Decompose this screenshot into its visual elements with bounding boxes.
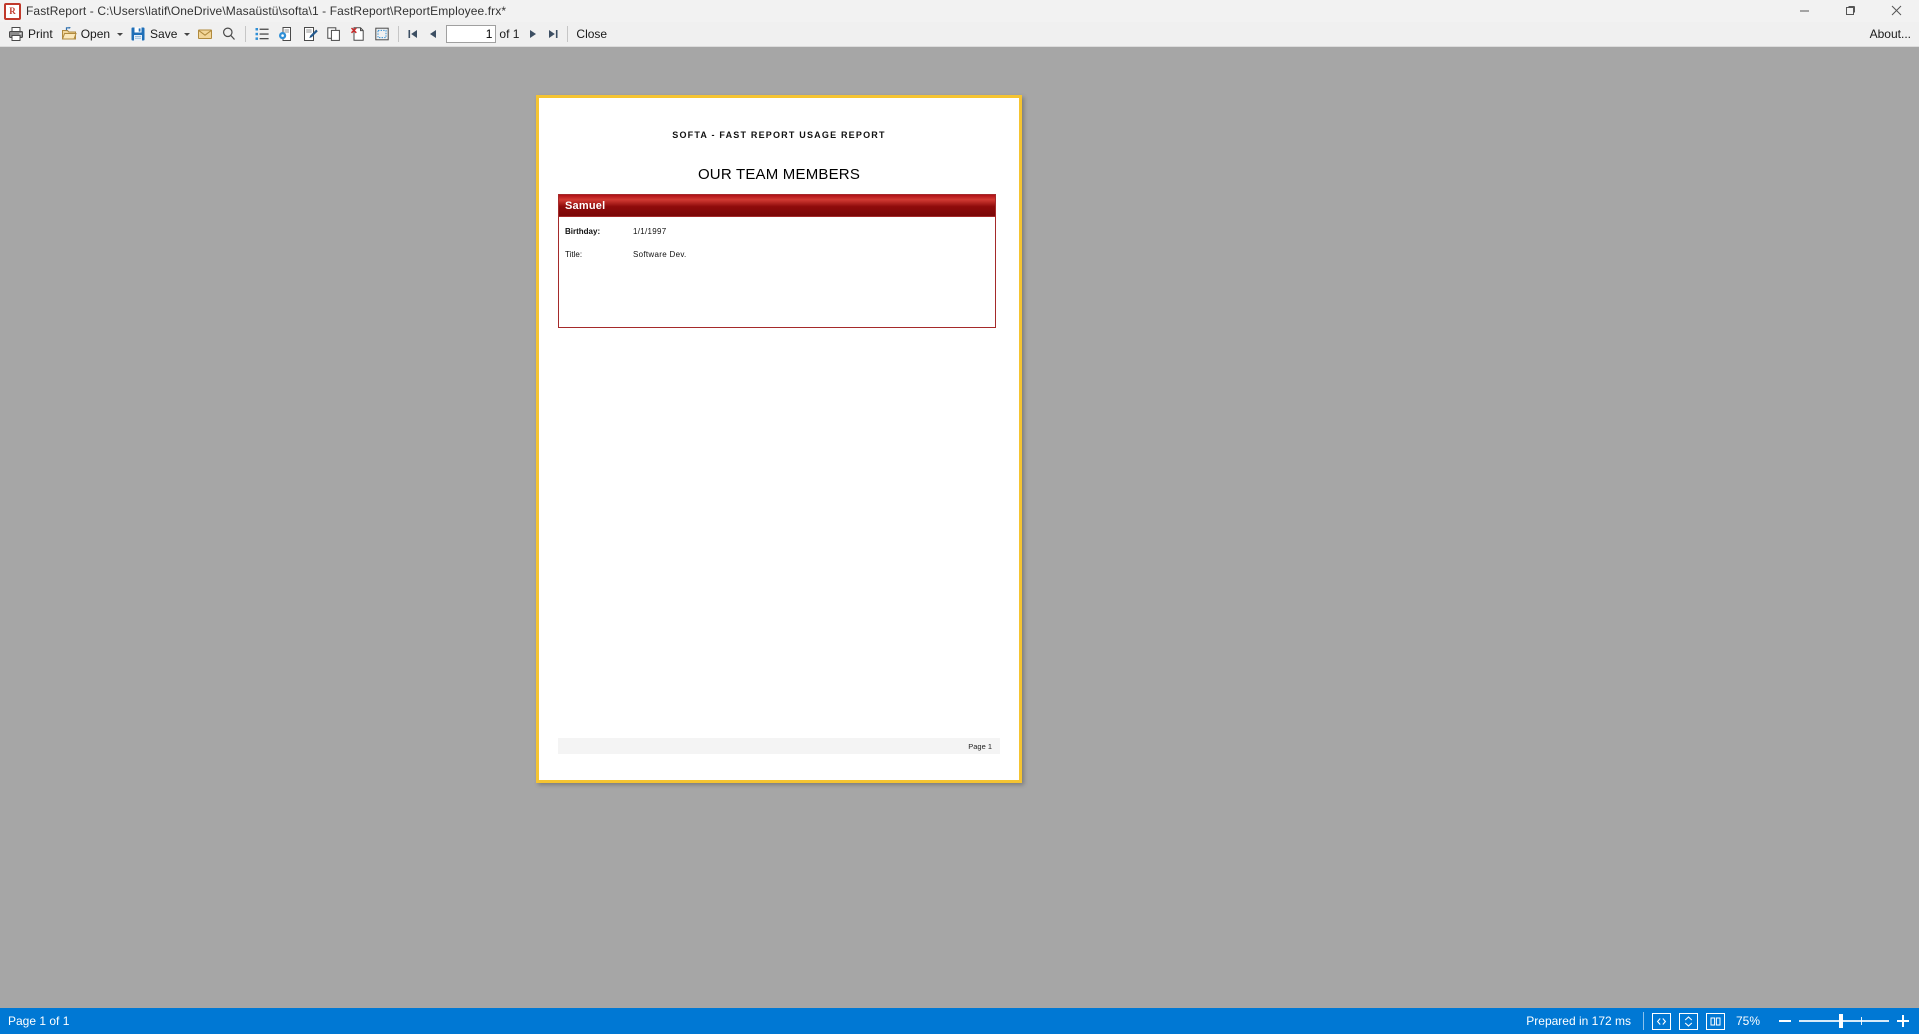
employee-name: Samuel bbox=[565, 199, 606, 212]
page-setup-icon bbox=[279, 27, 292, 41]
zoom-percent-label: 75% bbox=[1735, 1014, 1761, 1028]
about-link[interactable]: About... bbox=[1870, 27, 1911, 41]
floppy-save-icon bbox=[131, 27, 145, 41]
next-page-button[interactable] bbox=[523, 23, 543, 45]
report-page-number: Page 1 bbox=[968, 741, 992, 751]
fastreport-preview-window: R FastReport - C:\Users\latif\OneDrive\M… bbox=[0, 0, 1919, 1034]
prev-page-icon bbox=[430, 30, 437, 38]
first-page-icon bbox=[408, 30, 418, 38]
employee-card-header: Samuel bbox=[559, 195, 995, 217]
open-button[interactable]: Open bbox=[57, 23, 114, 45]
last-page-icon bbox=[549, 30, 558, 38]
report-header-title: SOFTA - FAST REPORT USAGE REPORT bbox=[672, 130, 886, 140]
page-status-label: Page 1 of 1 bbox=[8, 1014, 70, 1028]
minimize-button[interactable] bbox=[1781, 0, 1827, 21]
fastreport-icon: R bbox=[4, 2, 21, 20]
delete-page-button[interactable] bbox=[346, 23, 370, 45]
print-button[interactable]: Print bbox=[4, 23, 57, 45]
field-row: Birthday: 1/1/1997 bbox=[565, 224, 989, 238]
next-page-icon bbox=[530, 30, 537, 38]
title-label: Title: bbox=[565, 249, 583, 259]
report-page-wrapper: SOFTA - FAST REPORT USAGE REPORT OUR TEA… bbox=[536, 95, 1022, 783]
zoom-out-button[interactable] bbox=[1777, 1013, 1793, 1029]
toolbar-separator-3 bbox=[567, 26, 569, 42]
close-preview-label: Close bbox=[576, 27, 608, 41]
last-page-button[interactable] bbox=[543, 23, 563, 45]
fit-width-icon bbox=[1656, 1017, 1667, 1025]
window-controls bbox=[1781, 0, 1919, 21]
toolbar: Print Open Save 1 of 1 Close About... bbox=[0, 22, 1919, 47]
fit-width-button[interactable] bbox=[1652, 1012, 1671, 1030]
report-page[interactable]: SOFTA - FAST REPORT USAGE REPORT OUR TEA… bbox=[536, 95, 1022, 783]
employee-card: Samuel Birthday: 1/1/1997 Title: Softwar… bbox=[558, 194, 996, 328]
two-page-button[interactable] bbox=[1706, 1012, 1725, 1030]
zoom-slider-group[interactable] bbox=[1777, 1013, 1911, 1029]
outline-icon bbox=[255, 28, 270, 40]
status-bar-right-group: Prepared in 172 ms 75% bbox=[1526, 1012, 1911, 1030]
toolbar-separator-1 bbox=[245, 26, 247, 42]
select-icon bbox=[375, 27, 390, 41]
edit-page-icon bbox=[304, 27, 319, 41]
maximize-button[interactable] bbox=[1827, 0, 1873, 21]
copy-page-icon bbox=[327, 27, 341, 41]
report-subtitle: OUR TEAM MEMBERS bbox=[697, 166, 861, 183]
close-preview-button[interactable]: Close bbox=[572, 23, 611, 45]
birthday-value: 1/1/1997 bbox=[633, 226, 667, 236]
prev-page-button[interactable] bbox=[423, 23, 443, 45]
window-title: FastReport - C:\Users\latif\OneDrive\Mas… bbox=[26, 3, 507, 18]
save-label: Save bbox=[150, 27, 178, 41]
find-button[interactable] bbox=[217, 23, 241, 45]
page-count-label: of 1 bbox=[499, 27, 520, 41]
fit-page-icon bbox=[1684, 1015, 1693, 1027]
toolbar-separator-2 bbox=[398, 26, 400, 42]
close-icon bbox=[1891, 5, 1901, 16]
birthday-label: Birthday: bbox=[565, 226, 601, 236]
page-number-input[interactable] bbox=[446, 25, 497, 43]
status-separator bbox=[1643, 1012, 1644, 1030]
fit-page-button[interactable] bbox=[1679, 1012, 1698, 1030]
delete-page-icon bbox=[351, 27, 365, 41]
find-icon bbox=[223, 27, 236, 40]
title-value: Software Dev. bbox=[633, 249, 687, 259]
page-setup-button[interactable] bbox=[274, 23, 298, 45]
first-page-button[interactable] bbox=[403, 23, 423, 45]
report-page-footer: Page 1 bbox=[558, 738, 1000, 754]
email-icon bbox=[198, 29, 213, 39]
copy-page-button[interactable] bbox=[322, 23, 346, 45]
zoom-slider-thumb[interactable] bbox=[1839, 1014, 1843, 1028]
field-row: Title: Software Dev. bbox=[565, 247, 989, 261]
save-dropdown-arrow[interactable] bbox=[181, 23, 193, 45]
email-button[interactable] bbox=[193, 23, 217, 45]
prepared-time-label: Prepared in 172 ms bbox=[1526, 1014, 1631, 1028]
select-button[interactable] bbox=[370, 23, 394, 45]
print-label: Print bbox=[28, 27, 53, 41]
zoom-slider-tick bbox=[1861, 1017, 1862, 1025]
maximize-icon bbox=[1845, 6, 1855, 15]
save-button[interactable]: Save bbox=[126, 23, 181, 45]
close-button[interactable] bbox=[1873, 0, 1919, 21]
open-dropdown-arrow[interactable] bbox=[114, 23, 126, 45]
printer-icon bbox=[9, 27, 23, 41]
minimize-icon bbox=[1799, 10, 1809, 12]
title-bar: R FastReport - C:\Users\latif\OneDrive\M… bbox=[0, 0, 1919, 22]
outline-button[interactable] bbox=[250, 23, 274, 45]
zoom-slider-track[interactable] bbox=[1799, 1013, 1889, 1029]
status-bar: Page 1 of 1 Prepared in 172 ms 75% bbox=[0, 1008, 1919, 1034]
open-folder-icon bbox=[61, 26, 77, 40]
two-page-icon bbox=[1710, 1017, 1721, 1025]
zoom-in-button[interactable] bbox=[1895, 1013, 1911, 1029]
edit-page-button[interactable] bbox=[298, 23, 322, 45]
open-label: Open bbox=[80, 27, 111, 41]
preview-canvas[interactable]: SOFTA - FAST REPORT USAGE REPORT OUR TEA… bbox=[0, 47, 1919, 1008]
